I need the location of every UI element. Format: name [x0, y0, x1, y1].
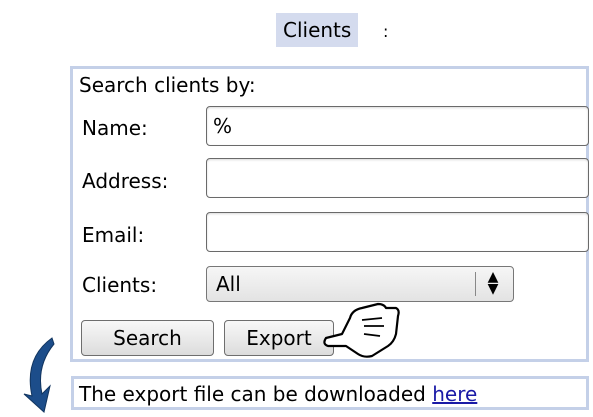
name-input[interactable] — [206, 106, 589, 146]
export-button[interactable]: Export — [224, 320, 334, 356]
pointing-hand-icon — [323, 302, 400, 358]
export-result-box: The export file can be downloaded here — [71, 376, 589, 410]
clients-label: Clients: — [82, 273, 158, 297]
curved-arrow-icon — [23, 337, 55, 413]
title-colon: : — [383, 22, 389, 41]
export-result-text: The export file can be downloaded here — [79, 381, 477, 407]
address-input[interactable] — [206, 158, 589, 198]
updown-arrows-icon: ▲ ▼ — [487, 269, 499, 297]
search-form-heading: Search clients by: — [79, 73, 256, 97]
download-link[interactable]: here — [432, 382, 477, 406]
email-label: Email: — [82, 223, 145, 247]
name-label: Name: — [82, 116, 148, 140]
page-title-text: Clients — [283, 18, 352, 42]
email-input[interactable] — [206, 212, 589, 252]
export-result-message: The export file can be downloaded — [79, 382, 433, 406]
search-button[interactable]: Search — [81, 320, 214, 356]
page-title: Clients — [276, 13, 359, 47]
address-label: Address: — [82, 169, 169, 193]
select-separator — [475, 272, 476, 296]
clients-select-value: All — [216, 272, 241, 296]
